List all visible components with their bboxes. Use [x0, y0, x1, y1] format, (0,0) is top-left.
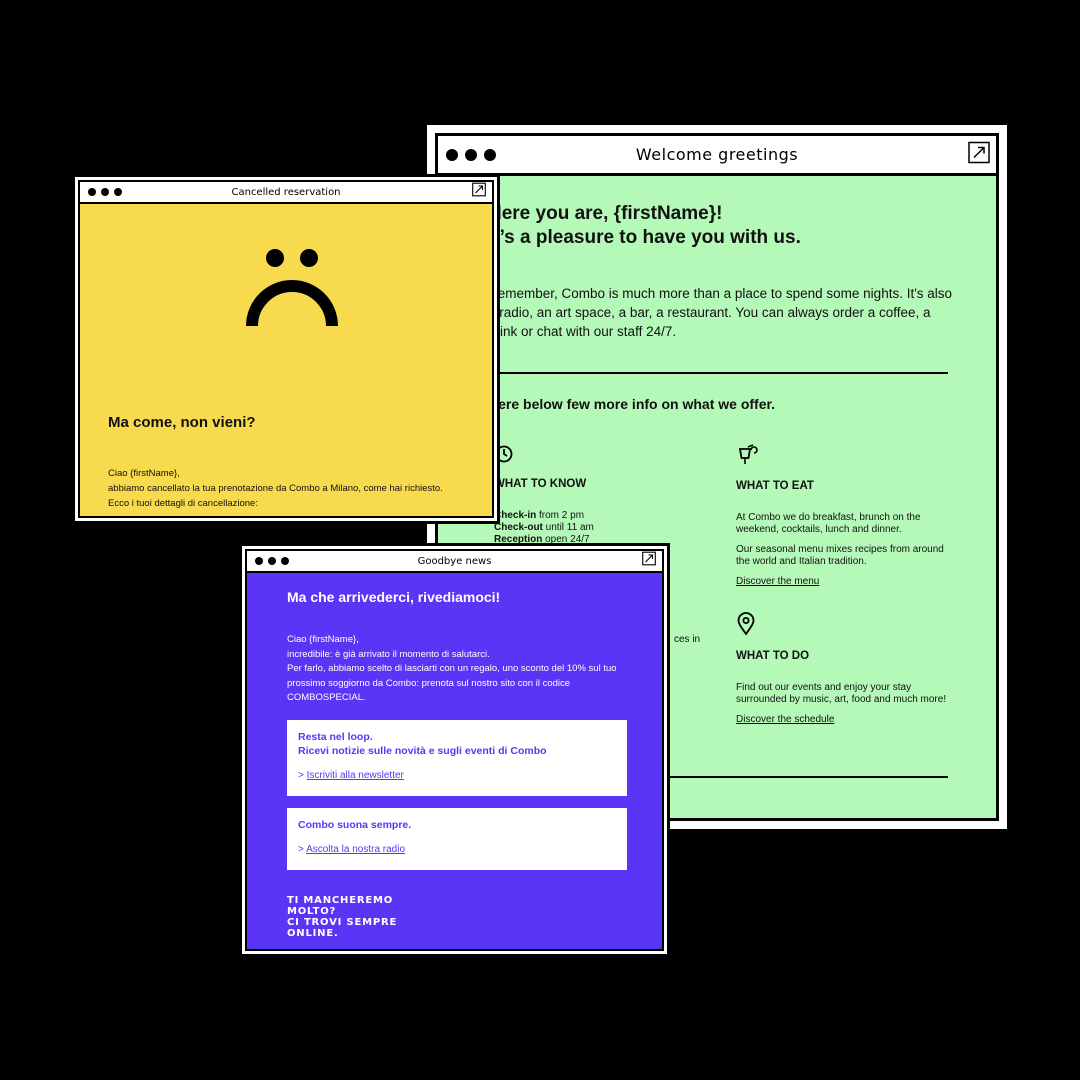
window-controls[interactable]	[446, 136, 496, 173]
discount-text: Per farlo, abbiamo scelto di lasciarti c…	[287, 663, 617, 703]
what-to-eat-section: WHAT TO EAT At Combo we do breakfast, br…	[736, 444, 956, 588]
window-title: Goodbye news	[417, 555, 492, 567]
window-dot-button[interactable]	[268, 557, 276, 565]
cancelled-window-titlebar[interactable]: Cancelled reservation	[80, 182, 492, 204]
cancelled-window-body: Ma come, non vieni? Ciao {firstName}, ab…	[80, 204, 492, 516]
divider	[486, 372, 948, 374]
expand-icon[interactable]	[968, 141, 990, 168]
cancelled-heading: Ma come, non vieni?	[108, 414, 256, 431]
cancelled-window-frame: Cancelled reservation Ma come, non vieni…	[78, 180, 494, 518]
info-heading: Here below few more info on what we offe…	[488, 396, 776, 412]
window-dot-button[interactable]	[281, 557, 289, 565]
window-dot-button[interactable]	[88, 188, 96, 196]
sad-face-icon	[240, 244, 340, 339]
goodbye-window-body: Ma che arrivederci, rivediamoci! Ciao {f…	[247, 573, 662, 949]
cancellation-text: abbiamo cancellato la tua prenotazione d…	[108, 483, 443, 509]
window-dot-button[interactable]	[114, 188, 122, 196]
cocktail-icon	[736, 444, 758, 469]
partial-text: ces in	[674, 634, 701, 645]
window-controls[interactable]	[255, 551, 289, 571]
newsletter-link-row: > Iscriviti alla newsletter	[298, 770, 616, 781]
radio-card-title: Combo suona sempre.	[298, 819, 412, 831]
card-title-line-2: Ricevi notizie sulle novità e sugli even…	[298, 745, 547, 757]
cancelled-message: Ciao {firstName}, abbiamo cancellato la …	[108, 466, 448, 511]
what-to-do-title: WHAT TO DO	[736, 650, 810, 662]
what-to-know-section: WHAT TO KNOW Check-in from 2 pm Check-ou…	[494, 444, 714, 546]
discover-menu-link[interactable]: Discover the menu	[736, 576, 819, 587]
headline-line-2: It’s a pleasure to have you with us.	[488, 227, 801, 248]
checkin-info: Check-in from 2 pm	[494, 510, 714, 522]
window-title: Welcome greetings	[635, 145, 799, 164]
window-dot-button[interactable]	[446, 148, 458, 161]
checkin-value: from 2 pm	[536, 510, 585, 521]
goodbye-window-frame: Goodbye news Ma che arrivederci, rivedia…	[245, 549, 664, 951]
window-controls[interactable]	[88, 182, 122, 202]
newsletter-card-title: Resta nel loop. Ricevi notizie sulle nov…	[298, 730, 616, 758]
link-arrow: >	[298, 844, 307, 855]
goodbye-line: incredibile: è già arrivato il momento d…	[287, 648, 490, 660]
checkout-label: Check-out	[494, 522, 543, 533]
subscribe-newsletter-link[interactable]: Iscriviti alla newsletter	[307, 770, 404, 781]
eat-text-1: At Combo we do breakfast, brunch on the …	[736, 512, 921, 535]
expand-icon[interactable]	[642, 551, 656, 571]
listen-radio-link[interactable]: Ascolta la nostra radio	[306, 844, 405, 855]
radio-card: Combo suona sempre. > Ascolta la nostra …	[287, 808, 627, 870]
window-title: Cancelled reservation	[231, 186, 341, 198]
what-to-know-title: WHAT TO KNOW	[494, 478, 587, 490]
welcome-headline: Here you are, {firstName}! It’s a pleasu…	[488, 202, 948, 250]
cancelled-reservation-window: Cancelled reservation Ma come, non vieni…	[72, 174, 500, 524]
welcome-intro: Remember, Combo is much more than a plac…	[488, 286, 953, 339]
checkin-label: Check-in	[494, 510, 537, 521]
window-dot-button[interactable]	[255, 557, 263, 565]
window-dot-button[interactable]	[484, 148, 496, 161]
what-to-eat-title: WHAT TO EAT	[736, 480, 814, 492]
eat-text-2: Our seasonal menu mixes recipes from aro…	[736, 544, 944, 567]
checkout-info: Check-out until 11 am	[494, 522, 714, 534]
greeting-line: Ciao {firstName},	[108, 468, 180, 479]
window-dot-button[interactable]	[465, 148, 477, 161]
newsletter-card: Resta nel loop. Ricevi notizie sulle nov…	[287, 720, 627, 796]
goodbye-heading: Ma che arrivederci, rivediamoci!	[287, 589, 501, 605]
headline-line-1: Here you are, {firstName}!	[488, 203, 723, 224]
radio-link-row: > Ascolta la nostra radio	[298, 844, 616, 855]
window-dot-button[interactable]	[101, 188, 109, 196]
location-pin-icon	[736, 612, 756, 639]
goodbye-news-window: Goodbye news Ma che arrivederci, rivedia…	[239, 543, 670, 957]
card-title-line-1: Resta nel loop.	[298, 731, 373, 743]
expand-icon[interactable]	[472, 182, 486, 202]
welcome-window-titlebar[interactable]: Welcome greetings	[438, 136, 996, 176]
greeting-line: Ciao {firstName},	[287, 634, 359, 645]
goodbye-message: Ciao {firstName}, incredibile: è già arr…	[287, 633, 627, 706]
checkout-value: until 11 am	[542, 522, 594, 533]
what-to-do-section: WHAT TO DO Find out our events and enjoy…	[736, 612, 956, 726]
do-text-1: Find out our events and enjoy your stay …	[736, 682, 947, 705]
discover-schedule-link[interactable]: Discover the schedule	[736, 714, 834, 725]
link-arrow: >	[298, 770, 307, 781]
goodbye-footer-text: TI MANCHEREMO MOLTO? CI TROVI SEMPRE ONL…	[287, 895, 398, 939]
goodbye-window-titlebar[interactable]: Goodbye news	[247, 551, 662, 573]
